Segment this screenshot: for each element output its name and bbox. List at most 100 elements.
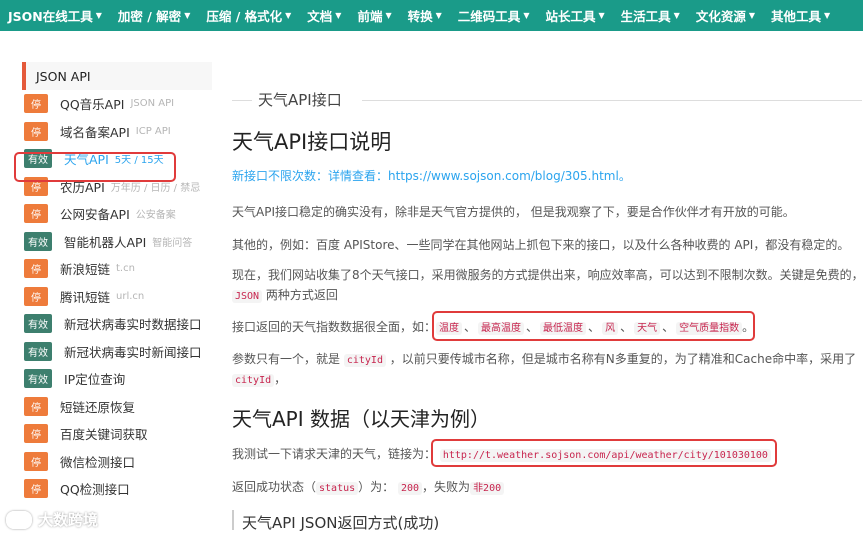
sidebar-heading: JSON API: [22, 62, 212, 90]
paragraph-1: 天气API接口稳定的确实没有，除非是天气官方提供的， 但是我观察了下，要是合作伙…: [232, 205, 795, 219]
nav-item[interactable]: 生活工具 ▼: [613, 0, 688, 31]
paragraph-3-cont: JSON 两种方式返回: [232, 286, 338, 303]
sidebar-item[interactable]: 有效 IP定位查询: [22, 365, 212, 393]
nav-item-label: 文化资源: [695, 9, 746, 24]
subsection-bar: [232, 510, 234, 530]
nav-item-label: 生活工具: [620, 9, 671, 24]
sidebar-item[interactable]: 停 QQ音乐API JSON API: [22, 90, 212, 118]
code-status: status: [316, 482, 359, 495]
nav-item[interactable]: 转换 ▼: [400, 0, 450, 31]
nav-item-label: 加密 / 解密: [117, 9, 182, 24]
status-badge: 有效: [24, 341, 52, 361]
sidebar-item[interactable]: 停腾讯短链 url.cn: [22, 283, 212, 311]
paragraph-3-text: 现在，我们网站收集了8个天气接口，采用微服务的方式提供出来，响应效率高，可以达到…: [232, 268, 863, 282]
sidebar-item[interactable]: 停短链还原恢复: [22, 393, 212, 421]
sidebar-item-label: 微信检测接口: [60, 454, 136, 470]
caret-down-icon: ▼: [184, 11, 191, 20]
nav-item[interactable]: 前端 ▼: [349, 0, 399, 31]
paragraph-4-prefix: 接口返回的天气指数数据很全面，如：: [232, 320, 437, 334]
caret-down-icon: ▼: [523, 11, 530, 20]
paragraph-3: 现在，我们网站收集了8个天气接口，采用微服务的方式提供出来，响应效率高，可以达到…: [232, 266, 863, 283]
status-badge: 停: [24, 479, 48, 499]
status-badge: 停: [24, 94, 48, 114]
sidebar-item-label: 智能机器人API: [64, 234, 147, 250]
tab-divider: [232, 100, 252, 101]
paragraph-5-cont: cityId，: [232, 370, 286, 387]
nav-item-label: 压缩 / 格式化: [206, 9, 283, 24]
paragraph-5-text: 参数只有一个，就是: [232, 352, 341, 366]
sidebar-item-label: QQ音乐API: [60, 97, 125, 113]
status-badge: 有效: [24, 314, 52, 334]
sidebar-item-label: 百度关键词获取: [60, 427, 148, 443]
code-200: 200: [397, 482, 423, 495]
sidebar-item[interactable]: 停百度关键词获取: [22, 420, 212, 448]
notice-prefix: 新接口不限次数：详情查看：: [232, 169, 389, 183]
sidebar-item[interactable]: 有效 智能机器人API 智能问答: [22, 228, 212, 256]
paragraph-7-text: 返回成功状态（: [232, 480, 317, 494]
sidebar-item-sub: ICP API: [135, 125, 171, 137]
sidebar-item-sub: 智能问答: [152, 237, 193, 249]
status-badge: 停: [24, 451, 48, 471]
caret-down-icon: ▼: [335, 11, 342, 20]
watermark-text: 大数跨境: [38, 511, 99, 529]
paragraph-5-text-b: ，以前只要传城市名称，但是城市名称有N多重复的，为了精准和Cache命中率，采用…: [389, 352, 857, 366]
tab-divider: [362, 100, 862, 101]
nav-item[interactable]: 文档 ▼: [299, 0, 349, 31]
watermark: 大数跨境: [6, 509, 98, 530]
page-title: 天气API接口说明: [232, 130, 392, 154]
status-badge: 停: [24, 396, 48, 416]
nav-item[interactable]: 二维码工具 ▼: [450, 0, 538, 31]
caret-down-icon: ▼: [598, 11, 605, 20]
sidebar-item[interactable]: 停新浪短链 t.cn: [22, 255, 212, 283]
caret-down-icon: ▼: [385, 11, 392, 20]
sidebar-item-sub: t.cn: [116, 263, 135, 275]
nav-item-label: 站长工具: [545, 9, 596, 24]
paragraph-5-suffix: ，: [274, 372, 287, 386]
tab-title[interactable]: 天气API接口: [258, 89, 342, 110]
caret-down-icon: ▼: [95, 11, 102, 20]
sidebar-item[interactable]: 停公网安备API 公安备案: [22, 200, 212, 228]
caret-down-icon: ▼: [673, 11, 680, 20]
notice-link[interactable]: https://www.sojson.com/blog/305.html: [388, 169, 619, 183]
sidebar-item-label: 短链还原恢复: [60, 399, 136, 415]
nav-item[interactable]: 压缩 / 格式化 ▼: [198, 0, 299, 31]
sidebar-item-label: 新冠状病毒实时新闻接口: [64, 344, 202, 360]
caret-down-icon: ▼: [824, 11, 831, 20]
sidebar: JSON API 停 QQ音乐API JSON API 停域名备案API ICP API…: [22, 62, 212, 503]
nav-item[interactable]: 文化资源 ▼: [688, 0, 763, 31]
nav-item[interactable]: 站长工具 ▼: [537, 0, 612, 31]
sidebar-item-label: IP定位查询: [64, 372, 126, 388]
paragraph-2: 其他的，例如：百度 APIStore、一些同学在其他网站上抓包下来的接口，以及什…: [232, 238, 850, 252]
nav-item-label: JSON在线工具: [8, 9, 93, 24]
caret-down-icon: ▼: [748, 11, 755, 20]
section-heading: 天气API 数据（以天津为例）: [232, 407, 490, 431]
status-badge: 有效: [24, 231, 52, 251]
sidebar-item[interactable]: 停域名备案API ICP API: [22, 118, 212, 146]
status-badge: 停: [24, 424, 48, 444]
caret-down-icon: ▼: [435, 11, 442, 20]
nav-item[interactable]: JSON在线工具 ▼: [0, 0, 110, 31]
paragraph-5: 参数只有一个，就是 cityId ，以前只要传城市名称，但是城市名称有N多重复的…: [232, 350, 856, 367]
code-json: JSON: [232, 290, 263, 303]
nav-item[interactable]: 加密 / 解密 ▼: [110, 0, 198, 31]
sidebar-item-label: 公网安备API: [60, 207, 130, 223]
sidebar-item-label: QQ检测接口: [60, 482, 130, 498]
paragraph-6-prefix: 我测试一下请求天津的天气，链接为：: [232, 447, 437, 461]
code-cityid-2: cityId: [232, 374, 275, 387]
sidebar-item-label: 新冠状病毒实时数据接口: [64, 317, 202, 333]
sidebar-item[interactable]: 有效 新冠状病毒实时数据接口: [22, 310, 212, 338]
sidebar-item[interactable]: 停 QQ检测接口: [22, 475, 212, 503]
nav-item-label: 转换: [407, 9, 433, 24]
subsection-heading: 天气API JSON返回方式(成功): [242, 514, 440, 532]
code-fail: 非200: [470, 482, 505, 495]
notice-line: 新接口不限次数：详情查看：https://www.sojson.com/blog…: [232, 167, 631, 184]
sidebar-item[interactable]: 有效 新冠状病毒实时新闻接口: [22, 338, 212, 366]
paragraph-7: 返回成功状态（ status ）为： 200 ，失败为 非200: [232, 478, 505, 495]
watermark-icon: [6, 510, 32, 529]
sidebar-item-sub: 公安备案: [135, 210, 176, 222]
sidebar-item[interactable]: 停微信检测接口: [22, 448, 212, 476]
top-navigation: JSON在线工具 ▼ 加密 / 解密 ▼ 压缩 / 格式化 ▼ 文档 ▼ 前端 ▼ 转换 ▼ 二维码工具…: [0, 0, 863, 31]
paragraph-3-suffix: 两种方式返回: [265, 288, 338, 302]
sidebar-item-sub: url.cn: [116, 290, 145, 302]
nav-item[interactable]: 其他工具 ▼: [763, 0, 838, 31]
